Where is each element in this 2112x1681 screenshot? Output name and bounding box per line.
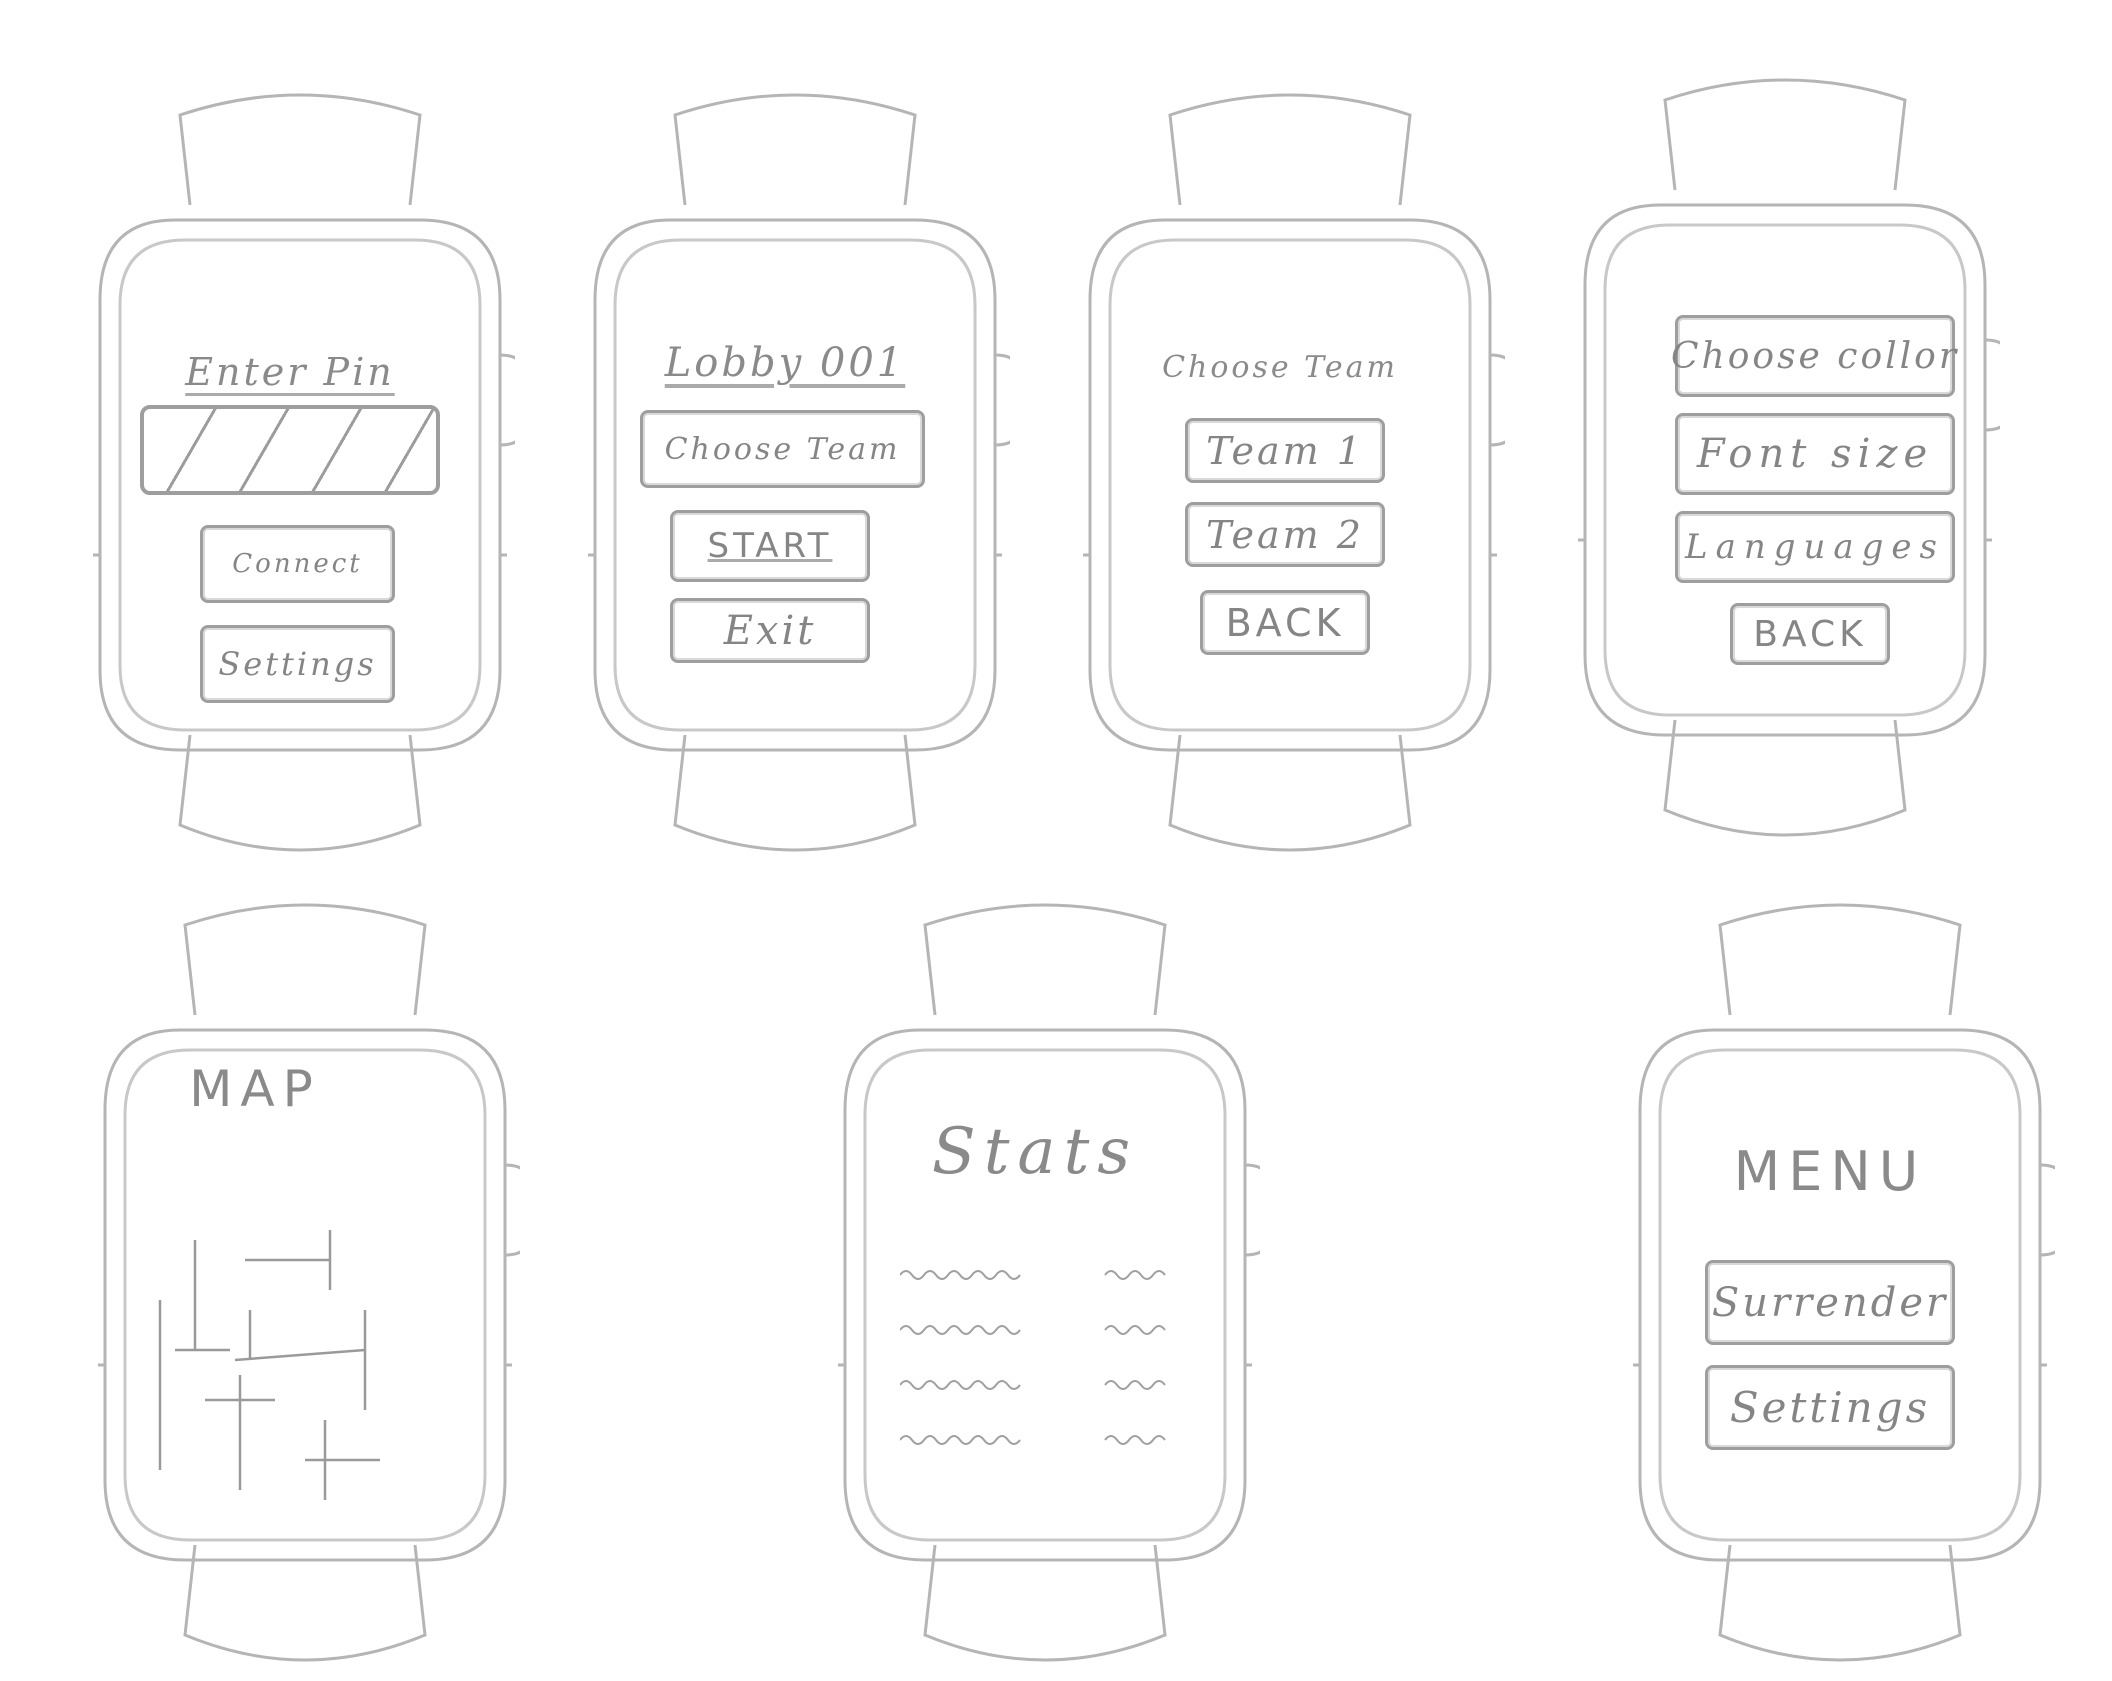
page-title: Stats [931,1115,1139,1189]
screen-choose-team: Choose Team Team 1 Team 2 BACK [1120,280,1440,680]
exit-button[interactable]: Exit [670,598,870,663]
watch-menu: MENU Surrender Settings [1625,895,2055,1665]
watch-choose-team: Choose Team Team 1 Team 2 BACK [1075,85,1505,855]
team-1-button[interactable]: Team 1 [1185,418,1385,483]
page-title: Enter Pin [185,350,395,394]
back-button[interactable]: BACK [1200,590,1370,655]
page-title: MAP [189,1060,321,1118]
watch-lobby: Lobby 001 Choose Team START Exit [580,85,1010,855]
page-title: MENU [1733,1140,1927,1203]
map-maze-icon [158,1230,380,1500]
watch-stats: Stats [830,895,1260,1665]
choose-team-button[interactable]: Choose Team [640,410,925,488]
screen-enter-pin: Enter Pin Connect Settings [130,280,450,703]
connect-button[interactable]: Connect [200,525,395,603]
watch-enter-pin: Enter Pin Connect Settings [85,85,515,855]
watch-map: MAP [90,895,520,1665]
settings-button[interactable]: Settings [1705,1365,1955,1450]
watch-settings: Choose collor Font size Languages BACK [1570,70,2000,840]
page-title: Lobby 001 [664,340,906,386]
font-size-button[interactable]: Font size [1675,413,1955,495]
screen-map: MAP [135,1060,455,1500]
screen-stats: Stats [875,1090,1195,1490]
settings-button[interactable]: Settings [200,625,395,703]
stats-list-icon [900,1270,1166,1445]
back-button[interactable]: BACK [1730,603,1890,665]
languages-button[interactable]: Languages [1675,511,1955,583]
start-button[interactable]: START [670,510,870,582]
page-title: Choose Team [1162,350,1398,385]
choose-color-button[interactable]: Choose collor [1671,315,1956,397]
surrender-button[interactable]: Surrender [1705,1260,1955,1345]
screen-menu: MENU Surrender Settings [1670,1090,1990,1490]
team-2-button[interactable]: Team 2 [1185,502,1385,567]
screen-settings: Choose collor Font size Languages BACK [1615,265,1956,665]
pin-input[interactable] [140,405,440,495]
screen-lobby: Lobby 001 Choose Team START Exit [625,280,945,680]
